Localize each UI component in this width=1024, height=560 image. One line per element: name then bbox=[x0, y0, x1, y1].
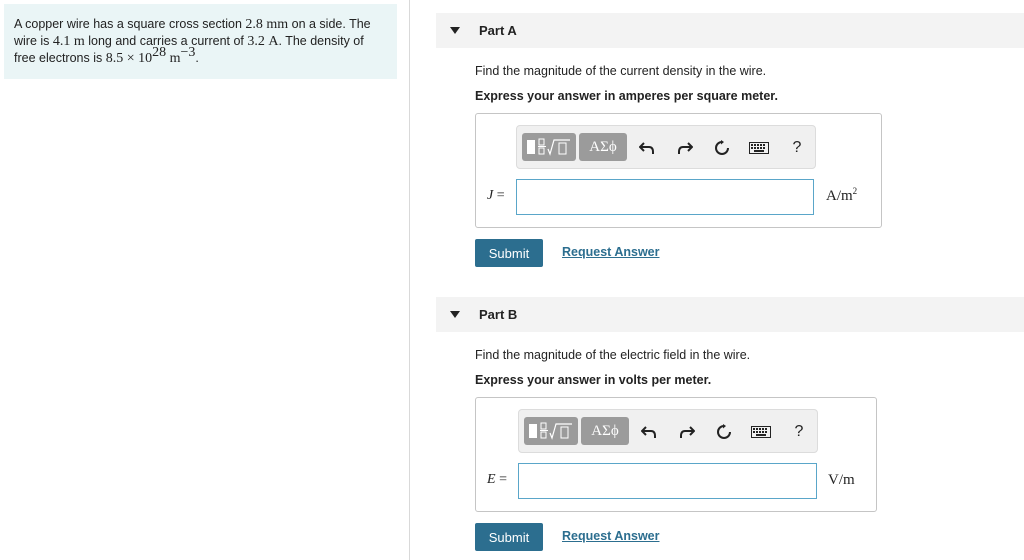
problem-text: wire is bbox=[14, 34, 53, 48]
unit-base: A/m bbox=[826, 188, 853, 204]
part-a-unit: A/m2 bbox=[826, 186, 858, 205]
equals-sign: = bbox=[496, 188, 505, 203]
length-value: 4.1 bbox=[52, 34, 71, 49]
part-a-title: Part A bbox=[479, 23, 517, 38]
fraction-sqrt-template-icon bbox=[529, 422, 573, 440]
filled-square-icon bbox=[529, 424, 537, 438]
greek-symbols-button[interactable]: ΑΣϕ bbox=[581, 417, 629, 445]
template-button[interactable] bbox=[524, 417, 578, 445]
density-unit-exponent: −3 bbox=[180, 44, 196, 60]
help-icon[interactable]: ? bbox=[789, 422, 809, 442]
equals-sign: = bbox=[499, 472, 507, 487]
length-unit: m bbox=[73, 34, 85, 49]
part-a-answer-input[interactable] bbox=[516, 179, 814, 215]
part-b-instruction: Express your answer in volts per meter. bbox=[475, 373, 712, 387]
panel-divider bbox=[409, 0, 410, 560]
reset-icon[interactable] bbox=[712, 138, 732, 158]
reset-icon[interactable] bbox=[714, 422, 734, 442]
current-value: 3.2 bbox=[247, 34, 265, 49]
sqrt-fraction-icon bbox=[540, 422, 572, 440]
problem-text: . bbox=[195, 51, 199, 65]
part-a-answer-box: ΑΣϕ ? J = A/m2 bbox=[475, 113, 882, 228]
part-b-answer-box: ΑΣϕ ? E = V/m bbox=[475, 397, 877, 512]
part-a-instruction: Express your answer in amperes per squar… bbox=[475, 89, 778, 103]
part-b-answer-input[interactable] bbox=[518, 463, 817, 499]
problem-text: on a side. The bbox=[288, 17, 371, 31]
problem-line-1: A copper wire has a square cross section… bbox=[14, 16, 387, 33]
variable-symbol: E bbox=[487, 472, 496, 487]
math-toolbar: ΑΣϕ ? bbox=[518, 409, 818, 453]
density-mantissa: 8.5 × 10 bbox=[105, 51, 153, 66]
density-unit: m bbox=[169, 51, 181, 66]
help-icon[interactable]: ? bbox=[787, 138, 807, 158]
template-button[interactable] bbox=[522, 133, 576, 161]
redo-icon[interactable] bbox=[675, 138, 695, 158]
filled-square-icon bbox=[527, 140, 535, 154]
math-toolbar: ΑΣϕ ? bbox=[516, 125, 816, 169]
part-a-request-answer-link[interactable]: Request Answer bbox=[562, 245, 659, 259]
part-a-variable-label: J = bbox=[487, 188, 505, 204]
problem-statement: A copper wire has a square cross section… bbox=[4, 4, 397, 79]
unit-exponent: 2 bbox=[852, 186, 858, 196]
part-b-unit: V/m bbox=[828, 472, 855, 488]
keyboard-icon[interactable] bbox=[749, 138, 769, 158]
collapse-caret-icon[interactable] bbox=[450, 27, 460, 34]
problem-line-3: free electrons is 8.5 × 1028 m−3. bbox=[14, 45, 387, 67]
problem-text: free electrons is bbox=[14, 51, 106, 65]
side-value: 2.8 bbox=[245, 17, 263, 32]
keyboard-icon[interactable] bbox=[751, 422, 771, 442]
collapse-caret-icon[interactable] bbox=[450, 311, 460, 318]
part-a-submit-button[interactable]: Submit bbox=[475, 239, 543, 267]
density-exponent: 28 bbox=[152, 44, 167, 60]
problem-line-2: wire is 4.1 m long and carries a current… bbox=[14, 33, 387, 50]
problem-text: A copper wire has a square cross section bbox=[14, 17, 246, 31]
sqrt-fraction-icon bbox=[538, 138, 570, 156]
redo-icon[interactable] bbox=[677, 422, 697, 442]
part-b-header[interactable]: Part B bbox=[436, 297, 1024, 332]
side-unit: mm bbox=[266, 17, 289, 32]
variable-symbol: J bbox=[487, 188, 494, 203]
greek-symbols-button[interactable]: ΑΣϕ bbox=[579, 133, 627, 161]
undo-icon[interactable] bbox=[637, 138, 657, 158]
part-b-variable-label: E = bbox=[487, 472, 507, 488]
part-a-question: Find the magnitude of the current densit… bbox=[475, 64, 767, 78]
part-a-header[interactable]: Part A bbox=[436, 13, 1024, 48]
part-b-request-answer-link[interactable]: Request Answer bbox=[562, 529, 659, 543]
part-b-submit-button[interactable]: Submit bbox=[475, 523, 543, 551]
undo-icon[interactable] bbox=[639, 422, 659, 442]
current-unit: A bbox=[268, 34, 279, 49]
problem-text: . The density of bbox=[278, 34, 364, 48]
problem-text: long and carries a current of bbox=[84, 34, 248, 48]
part-b-question: Find the magnitude of the electric field… bbox=[475, 348, 751, 362]
part-b-title: Part B bbox=[479, 307, 518, 322]
fraction-sqrt-template-icon bbox=[527, 138, 571, 156]
